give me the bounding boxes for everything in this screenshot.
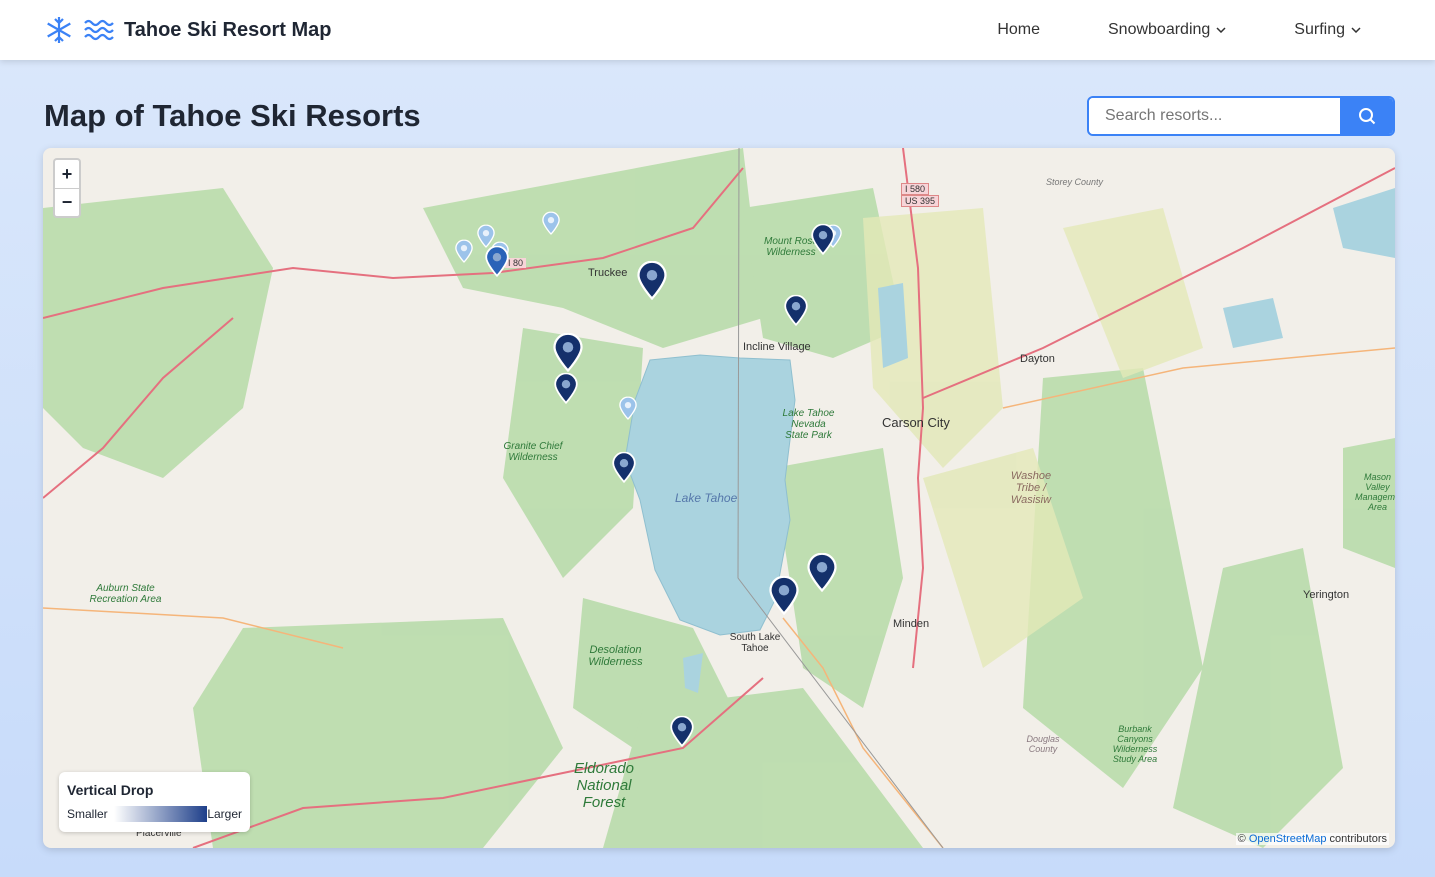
map-pin-icon bbox=[807, 552, 837, 593]
map-pin-icon bbox=[637, 260, 667, 301]
map-pin-icon bbox=[811, 223, 835, 256]
map-label: Lake Tahoe bbox=[675, 491, 738, 505]
map-label: Dayton bbox=[1020, 353, 1055, 365]
zoom-control: + − bbox=[53, 158, 81, 218]
map-label: South Lake Tahoe bbox=[729, 632, 781, 654]
map-label: Lake Tahoe Nevada State Park bbox=[782, 408, 835, 441]
map-pin-icon bbox=[542, 211, 560, 236]
chevron-down-icon bbox=[1351, 27, 1361, 33]
app-title: Tahoe Ski Resort Map bbox=[124, 18, 332, 41]
map-pin-icon bbox=[784, 294, 808, 327]
snowflake-icon bbox=[47, 17, 71, 43]
zoom-out-button[interactable]: − bbox=[55, 188, 79, 216]
zoom-in-button[interactable]: + bbox=[55, 160, 79, 188]
nav-home[interactable]: Home bbox=[997, 21, 1040, 39]
map-pin-icon bbox=[769, 575, 799, 616]
resort-marker[interactable] bbox=[807, 552, 837, 597]
map-pin-icon bbox=[554, 372, 578, 405]
map-label: Incline Village bbox=[743, 341, 811, 353]
attribution-prefix: © bbox=[1237, 833, 1249, 845]
map-label: Eldorado National Forest bbox=[573, 760, 635, 811]
map-label: Truckee bbox=[588, 267, 628, 279]
chevron-down-icon bbox=[1216, 27, 1226, 33]
map-pin-icon bbox=[670, 715, 694, 748]
waves-icon bbox=[84, 19, 114, 41]
map-label: Carson City bbox=[882, 415, 950, 430]
attribution-suffix: contributors bbox=[1326, 833, 1387, 845]
nav-surfing[interactable]: Surfing bbox=[1294, 21, 1361, 39]
map-label: I 580 bbox=[901, 183, 930, 195]
map-label: Burbank Canyons Wilderness Study Area bbox=[1112, 724, 1158, 764]
map-label: Douglas County bbox=[1026, 734, 1060, 754]
search-bar bbox=[1087, 96, 1395, 136]
resort-marker[interactable] bbox=[619, 396, 637, 425]
resort-marker[interactable] bbox=[784, 294, 808, 331]
resort-marker[interactable] bbox=[485, 245, 509, 282]
map-pin-icon bbox=[553, 332, 583, 373]
resort-marker[interactable] bbox=[553, 332, 583, 377]
legend-gradient bbox=[113, 806, 208, 822]
resort-marker[interactable] bbox=[670, 715, 694, 752]
resort-marker[interactable] bbox=[769, 575, 799, 620]
map-label: Storey County bbox=[1046, 177, 1104, 187]
map-label: Auburn State Recreation Area bbox=[89, 583, 162, 605]
map-pin-icon bbox=[612, 451, 636, 484]
legend-title: Vertical Drop bbox=[67, 782, 154, 798]
top-nav: Tahoe Ski Resort Map Home Snowboarding S… bbox=[0, 0, 1435, 60]
search-icon bbox=[1358, 108, 1375, 125]
map-label: Yerington bbox=[1303, 589, 1350, 601]
map-label: Minden bbox=[893, 618, 930, 630]
resort-marker[interactable] bbox=[455, 239, 473, 268]
resort-marker[interactable] bbox=[637, 260, 667, 305]
resort-marker[interactable] bbox=[612, 451, 636, 488]
search-input[interactable] bbox=[1089, 98, 1340, 134]
map-label: Desolation Wilderness bbox=[588, 644, 643, 668]
nav-surfing-label: Surfing bbox=[1294, 21, 1345, 38]
map-pin-icon bbox=[485, 245, 509, 278]
attribution: © OpenStreetMap contributors bbox=[1235, 833, 1389, 845]
search-button[interactable] bbox=[1340, 98, 1393, 134]
map-label: US 395 bbox=[901, 195, 940, 207]
map-label: Mason Valley Management Area bbox=[1355, 472, 1395, 512]
resort-marker[interactable] bbox=[542, 211, 560, 240]
nav-snowboarding-label: Snowboarding bbox=[1108, 21, 1211, 38]
nav-snowboarding[interactable]: Snowboarding bbox=[1108, 21, 1226, 39]
map-pin-icon bbox=[455, 239, 473, 264]
resort-marker[interactable] bbox=[811, 223, 835, 260]
brand[interactable]: Tahoe Ski Resort Map bbox=[44, 15, 331, 45]
map[interactable]: Truckee Incline Village Carson City Dayt… bbox=[43, 148, 1395, 848]
map-pin-icon bbox=[619, 396, 637, 421]
nav-home-label: Home bbox=[997, 21, 1040, 38]
legend-high: Larger bbox=[207, 807, 242, 821]
resort-marker[interactable] bbox=[554, 372, 578, 409]
map-label: Granite Chief Wilderness bbox=[503, 441, 563, 463]
legend-low: Smaller bbox=[67, 807, 108, 821]
osm-link[interactable]: OpenStreetMap bbox=[1249, 833, 1327, 845]
page-title: Map of Tahoe Ski Resorts bbox=[44, 98, 421, 133]
map-label: Washoe Tribe / Wasisiw bbox=[1010, 470, 1052, 506]
legend: Vertical Drop Smaller Larger bbox=[59, 772, 250, 832]
